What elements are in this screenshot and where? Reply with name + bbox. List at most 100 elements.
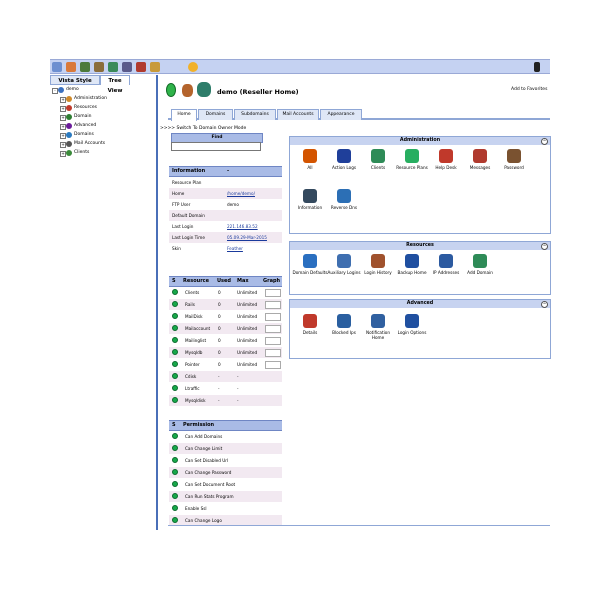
tab-tree-view[interactable]: Tree View [100, 75, 130, 94]
find-input[interactable] [171, 142, 261, 151]
resource-used: 0 [218, 362, 221, 367]
last-login-time-link[interactable]: 05.09.29-Mar-2015 [227, 235, 267, 240]
tab-mail-accounts[interactable]: Mail Accounts [277, 109, 319, 120]
login-options-button[interactable]: Login Options [394, 314, 430, 335]
messages-icon [473, 149, 487, 163]
resources-header: S Resource Used Max Graph [169, 276, 282, 287]
details-button[interactable]: Details [292, 314, 328, 335]
usage-graph [265, 313, 281, 321]
auxiliary-logins-label: Auxiliary Logins [327, 270, 361, 275]
skin-link[interactable]: Feather [227, 246, 243, 251]
resource-name: Mailinglist [185, 338, 207, 343]
usage-graph [265, 361, 281, 369]
administration-panel-title: Administration [290, 137, 550, 145]
backup-home-icon [405, 254, 419, 268]
info-label: Last Login Time [172, 235, 205, 240]
resource-plans-button[interactable]: Resource Plans [394, 149, 430, 170]
add-to-favorites-link[interactable]: Add to Favorites [511, 87, 547, 92]
permission-row: Can Set Document Root [169, 479, 282, 490]
information-label: Information [297, 205, 323, 210]
permission-name: Can Add Domains [185, 434, 223, 439]
help-desk-button[interactable]: Help Desk [428, 149, 464, 170]
info-label: Default Domain [172, 213, 205, 218]
messages-button[interactable]: Messages [462, 149, 498, 170]
check-icon[interactable] [80, 62, 90, 72]
advanced-panel: Advanced ^ Details Blocked Ips Notificatio… [289, 299, 551, 359]
blocked-ips-button[interactable]: Blocked Ips [326, 314, 362, 335]
tab-appearance[interactable]: Appearance [320, 109, 362, 120]
status-on-icon [166, 83, 176, 97]
login-history-label: Login History [364, 270, 392, 275]
resources-panel: Resources ^ Domain Defaults Auxiliary Log… [289, 241, 551, 295]
resource-name: Mysqldb [185, 350, 203, 355]
ip-addresses-button[interactable]: IP Addresses [428, 254, 464, 275]
mail-icon [66, 141, 72, 147]
login-history-button[interactable]: Login History [360, 254, 396, 275]
reverse-dns-button[interactable]: Reverse Dns [326, 189, 362, 210]
details-label: Details [302, 330, 318, 335]
resource-name: Mailaccount [185, 326, 211, 331]
switch-mode-link[interactable]: >>>> Switch To Domain Owner Mode [160, 126, 246, 131]
resource-row: Pointer 0 Unlimited [169, 359, 282, 370]
col-graph: Graph [263, 278, 281, 284]
resource-used: - [218, 374, 220, 379]
collapse-icon[interactable]: ^ [541, 243, 548, 250]
last-login-link[interactable]: 221.146.83.52 [227, 224, 258, 229]
info-row: Home /home/demo/ [169, 188, 282, 199]
notification-home-icon [371, 314, 385, 328]
col-used: Used [217, 278, 232, 284]
tools-icon[interactable] [94, 62, 104, 72]
reseller-icon [182, 84, 193, 97]
usage-graph [265, 337, 281, 345]
password-button[interactable]: Password [496, 149, 532, 170]
resource-name: MailDisk [185, 314, 203, 319]
domain-defaults-button[interactable]: Domain Defaults [292, 254, 328, 275]
lock-icon[interactable] [122, 62, 132, 72]
usage-graph [265, 301, 281, 309]
resource-name: Cdisk [185, 374, 197, 379]
blocked-ips-label: Blocked Ips [332, 330, 356, 335]
star-icon[interactable] [188, 62, 198, 72]
permission-name: Can Set Disabled Url [185, 458, 229, 463]
backup-home-label: Backup Home [397, 270, 427, 275]
collapse-icon[interactable]: ^ [541, 301, 548, 308]
home-icon[interactable] [66, 62, 76, 72]
clients-button[interactable]: Clients [360, 149, 396, 170]
status-ok-icon [172, 349, 178, 355]
help-icon[interactable] [150, 62, 160, 72]
collapse-icon[interactable]: ^ [541, 138, 548, 145]
resource-used: 0 [218, 314, 221, 319]
all-label: All [307, 165, 313, 170]
tree-icon[interactable] [108, 62, 118, 72]
home-path-link[interactable]: /home/demo/ [227, 191, 255, 196]
resource-max: Unlimited [237, 302, 258, 307]
action-logs-button[interactable]: Action Logs [326, 149, 362, 170]
status-ok-icon [172, 517, 178, 523]
status-ok-icon [172, 445, 178, 451]
tab-subdomains[interactable]: Subdomains [234, 109, 276, 120]
col-permission: Permission [183, 422, 215, 428]
tab-home[interactable]: Home [171, 109, 197, 121]
divider [168, 525, 550, 526]
user-icon[interactable] [136, 62, 146, 72]
status-ok-icon [172, 469, 178, 475]
permission-row: Can Change Limit [169, 443, 282, 454]
password-icon [507, 149, 521, 163]
resource-max: - [237, 386, 239, 391]
add-domain-button[interactable]: Add Domain [462, 254, 498, 275]
backup-home-button[interactable]: Backup Home [394, 254, 430, 275]
auxiliary-logins-button[interactable]: Auxiliary Logins [326, 254, 362, 275]
col-status: S [172, 278, 176, 284]
auxiliary-logins-icon [337, 254, 351, 268]
information-button[interactable]: Information [292, 189, 328, 210]
notification-home-button[interactable]: Notification Home [360, 314, 396, 340]
flag-icon[interactable] [534, 62, 540, 72]
reverse-dns-label: Reverse Dns [330, 205, 358, 210]
back-icon[interactable] [52, 62, 62, 72]
col-status: S [172, 422, 176, 428]
top-toolbar [50, 59, 550, 74]
tab-domains[interactable]: Domains [198, 109, 233, 120]
all-button[interactable]: All [292, 149, 328, 170]
tab-vista-style[interactable]: Vista Style [50, 75, 100, 85]
info-label: Last Login [172, 224, 194, 229]
